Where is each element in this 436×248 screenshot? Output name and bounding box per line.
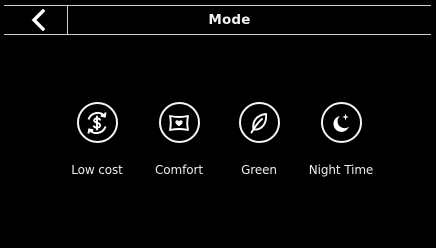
mode-option-comfort[interactable]: Comfort [139, 102, 219, 177]
chevron-left-icon [31, 9, 45, 31]
mode-icon-ring [320, 102, 362, 143]
mode-icon-ring [238, 102, 280, 143]
back-button[interactable] [4, 6, 68, 34]
dollar-cycle-icon [87, 111, 107, 134]
mode-label: Green [241, 163, 277, 177]
header-bar: Mode [4, 5, 431, 35]
mode-option-night-time[interactable]: Night Time [301, 102, 381, 177]
mode-option-green[interactable]: Green [219, 102, 299, 177]
moon-star-icon [333, 113, 349, 132]
mode-icon-ring [76, 102, 118, 143]
mode-label: Comfort [155, 163, 203, 177]
pillow-heart-icon [169, 114, 189, 131]
page-title: Mode [208, 12, 251, 28]
mode-icon-ring [158, 102, 200, 143]
mode-label: Low cost [71, 163, 123, 177]
mode-label: Night Time [308, 163, 374, 177]
mode-option-low-cost[interactable]: Low cost [57, 102, 137, 177]
leaf-icon [250, 112, 268, 133]
mode-screen: Mode Low cost Comfort Green Night Time [0, 0, 436, 248]
